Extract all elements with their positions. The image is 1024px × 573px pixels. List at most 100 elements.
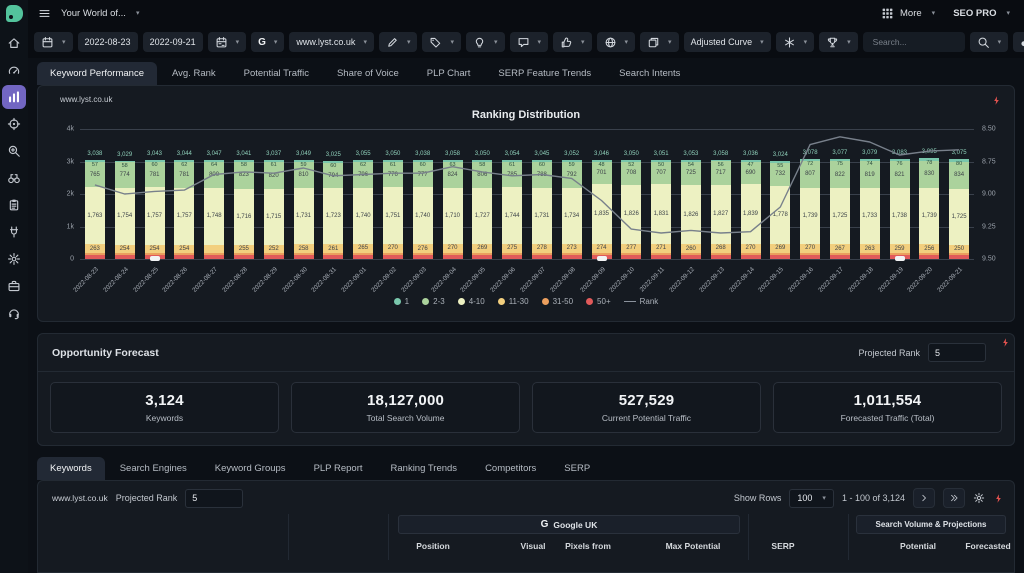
stacked-bar-2022-09-13[interactable]: 2681,8277173,05856 [711,160,731,259]
stacked-bar-2022-09-16[interactable]: 2701,7398073,07872 [800,159,820,259]
stacked-bar-2022-09-18[interactable]: 2631,7338193,07974 [860,159,880,259]
tab-serp-feature-trends[interactable]: SERP Feature Trends [485,62,604,85]
toolbar-globe-button[interactable]: ▾ [597,32,636,52]
legend-item-rank-1[interactable]: 1 [394,297,409,306]
projected-rank-input[interactable] [928,343,986,362]
sidebar-item-reports[interactable] [2,193,26,217]
last-page-button[interactable] [943,488,965,508]
sidebar-item-integrations[interactable] [2,220,26,244]
search-input[interactable] [871,36,957,48]
app-logo[interactable] [0,0,28,26]
plan-dropdown[interactable]: SEO PRO ▾ [953,8,1010,19]
stacked-bar-2022-09-10[interactable]: 2771,8267083,05052 [621,160,641,259]
stacked-bar-2022-09-14[interactable]: 2701,8396903,03647 [741,160,761,259]
table-tab-search-engines[interactable]: Search Engines [107,457,200,480]
sidebar-item-dashboard[interactable] [2,58,26,82]
stacked-bar-2022-09-06[interactable]: 2751,7447853,05461 [502,160,522,259]
table-tab-plp-report[interactable]: PLP Report [301,457,376,480]
stacked-bar-2022-09-01[interactable]: 2651,7407963,05562 [353,160,373,259]
stacked-bar-2022-09-11[interactable]: 2711,8317073,05150 [651,160,671,259]
stacked-bar-2022-09-08[interactable]: 2731,7347923,05259 [562,160,582,259]
sidebar-item-support[interactable] [2,301,26,325]
more-menu[interactable]: More ▾ [881,7,935,20]
table-tab-competitors[interactable]: Competitors [472,457,549,480]
toolbar-cloud-button[interactable] [1013,32,1024,52]
legend-item-rank-4-10[interactable]: 4-10 [458,297,485,306]
sidebar-item-tracking[interactable] [2,112,26,136]
column-header-serp[interactable]: SERP [771,541,794,551]
boost-bolt-icon[interactable] [993,493,1004,504]
toolbar-asterisk-button[interactable]: ▾ [776,32,815,52]
stacked-bar-2022-08-23[interactable]: 2631,7637653,03857 [85,160,105,259]
legend-item-rank-50+[interactable]: 50+ [586,297,611,306]
column-header-forecasted[interactable]: Forecasted [965,541,1010,551]
column-header-potential[interactable]: Potential [900,541,936,551]
column-header-position[interactable]: Position [416,541,450,551]
sidebar-item-projects[interactable] [2,274,26,298]
table-tab-ranking-trends[interactable]: Ranking Trends [378,457,471,480]
toolbar-search-box[interactable] [863,32,965,52]
stacked-bar-2022-08-27[interactable]: 1,7488003,04764 [204,160,224,259]
stacked-bar-2022-09-05[interactable]: 2691,7278063,05058 [472,160,492,259]
toolbar-thumbs-up-button[interactable]: ▾ [553,32,592,52]
tab-plp-chart[interactable]: PLP Chart [414,62,484,85]
toolbar-2022-08-23-button[interactable]: 2022-08-23 [78,32,138,52]
stacked-bar-2022-09-03[interactable]: 2761,7407773,03860 [413,160,433,259]
workspace-dropdown[interactable]: Your World of... ▾ [61,8,139,19]
stacked-bar-2022-08-26[interactable]: 2541,7577813,04462 [174,160,194,259]
toolbar-calendar-button[interactable]: ▾ [34,32,73,52]
stacked-bar-2022-09-12[interactable]: 2601,8267253,05354 [681,160,701,259]
toolbar-google-g-button[interactable]: G▾ [251,32,284,52]
table-settings-gear-icon[interactable] [973,492,985,504]
stacked-bar-2022-09-15[interactable]: 2691,7787323,02455 [770,161,790,259]
stacked-bar-2022-09-04[interactable]: 2701,7108243,05863 [443,160,463,259]
toolbar-adjusted-curve-button[interactable]: Adjusted Curve▾ [684,32,771,52]
stacked-bar-2022-09-17[interactable]: 2671,7258223,07775 [830,159,850,259]
date-annotation-marker[interactable] [895,256,905,261]
toolbar-lightbulb-button[interactable]: ▾ [466,32,505,52]
stacked-bar-2022-09-21[interactable]: 2501,7258343,07580 [949,159,969,259]
toolbar-calendar-range-button[interactable]: ▾ [208,32,247,52]
stacked-bar-2022-08-28[interactable]: 2551,7168233,04158 [234,160,254,259]
toolbar-layers-button[interactable]: ▾ [640,32,679,52]
toolbar-www-lyst-co-uk-button[interactable]: www.lyst.co.uk▾ [289,32,374,52]
toolbar-tag-button[interactable]: ▾ [422,32,461,52]
legend-item-rank-31-50[interactable]: 31-50 [542,297,573,306]
stacked-bar-2022-09-07[interactable]: 2781,7317883,04560 [532,160,552,259]
sidebar-item-keyword-research[interactable] [2,139,26,163]
legend-item-rank-11-30[interactable]: 11-30 [498,297,529,306]
next-page-button[interactable] [913,488,935,508]
sidebar-item-home[interactable] [2,31,26,55]
toolbar-comment-button[interactable]: ▾ [510,32,549,52]
stacked-bar-2022-09-02[interactable]: 2701,7517763,05061 [383,160,403,259]
date-annotation-marker[interactable] [150,256,160,261]
stacked-bar-2022-09-20[interactable]: 2561,7398303,09578 [919,158,939,259]
table-tab-keyword-groups[interactable]: Keyword Groups [202,457,299,480]
tab-share-of-voice[interactable]: Share of Voice [324,62,412,85]
hamburger-menu-icon[interactable] [38,7,51,20]
toolbar-pencil-button[interactable]: ▾ [379,32,418,52]
stacked-bar-2022-09-09[interactable]: 2741,8357013,04648 [592,160,612,259]
stacked-bar-2022-09-19[interactable]: 2591,7388213,08376 [890,159,910,259]
table-tab-keywords[interactable]: Keywords [37,457,105,480]
tab-potential-traffic[interactable]: Potential Traffic [231,62,322,85]
column-header-pixels-from[interactable]: Pixels from [565,541,611,551]
tab-search-intents[interactable]: Search Intents [606,62,693,85]
sidebar-item-rankings[interactable] [2,85,26,109]
column-header-max-potential[interactable]: Max Potential [666,541,721,551]
stacked-bar-2022-08-25[interactable]: 2541,7577813,04360 [145,160,165,259]
boost-bolt-icon[interactable] [991,95,1002,106]
toolbar-2022-09-21-button[interactable]: 2022-09-21 [143,32,203,52]
projected-rank-input[interactable] [185,489,243,508]
stacked-bar-2022-08-29[interactable]: 2521,7158203,03761 [264,160,284,259]
legend-item-rank-line[interactable]: Rank [624,297,659,306]
stacked-bar-2022-08-31[interactable]: 2611,7237943,02560 [323,161,343,259]
stacked-bar-2022-08-24[interactable]: 2541,7547743,02958 [115,161,135,259]
column-header-visual[interactable]: Visual [521,541,546,551]
date-annotation-marker[interactable] [597,256,607,261]
legend-item-rank-2-3[interactable]: 2-3 [422,297,445,306]
toolbar-search-button[interactable]: ▾ [970,32,1009,52]
boost-bolt-icon[interactable] [1000,337,1011,348]
toolbar-trophy-button[interactable]: ▾ [819,32,858,52]
table-tab-serp[interactable]: SERP [551,457,603,480]
